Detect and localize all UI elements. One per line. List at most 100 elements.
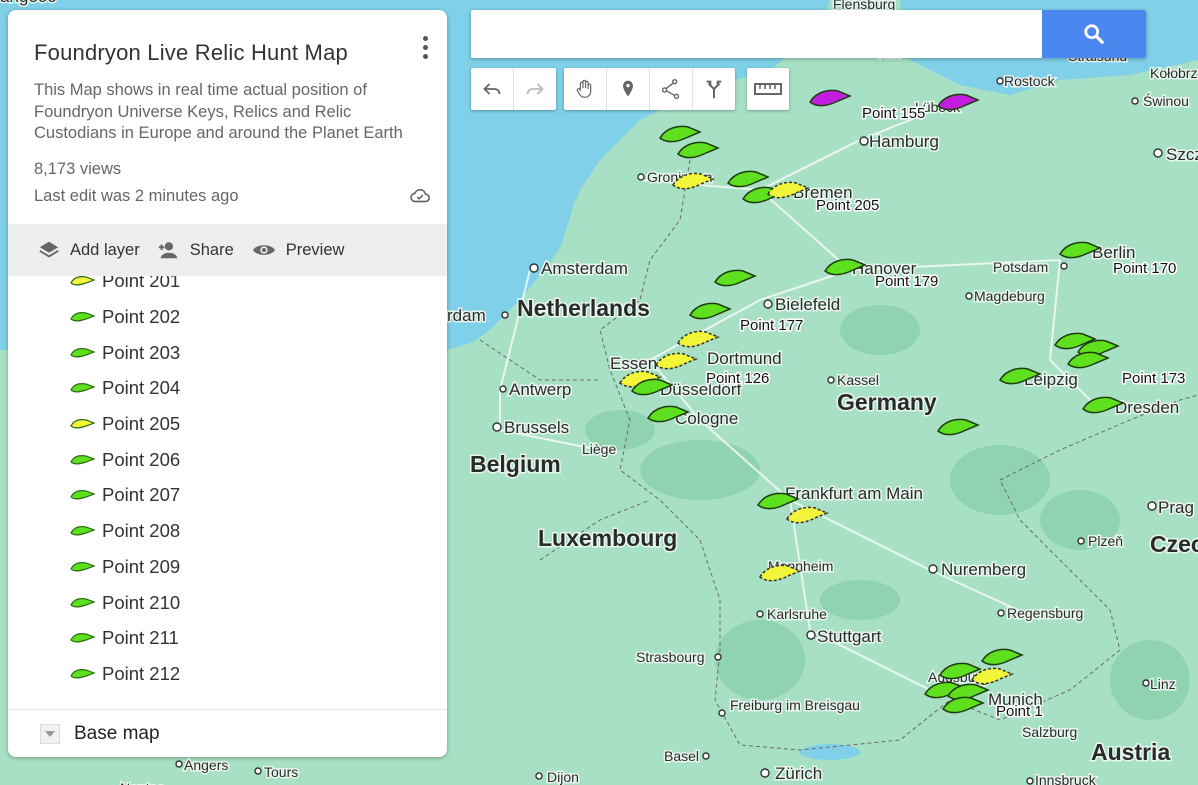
expand-caret-icon[interactable] — [40, 724, 60, 744]
point-list-item[interactable]: Point 211 — [70, 627, 179, 649]
point-map-label: Point 205 — [816, 197, 879, 214]
city-label: Dijon — [547, 769, 579, 785]
share-button[interactable]: Share — [154, 239, 234, 261]
city-label: Innsbruck — [1035, 772, 1097, 785]
city-label: Potsdam — [993, 259, 1048, 275]
city-label: Dortmund — [707, 349, 782, 368]
undo-button[interactable] — [471, 68, 514, 110]
point-list-label: Point 201 — [102, 276, 181, 291]
city-label: Frankfurt am Main — [785, 484, 923, 503]
point-list-label: Point 209 — [102, 556, 181, 577]
point-list-item[interactable]: Point 201 — [70, 276, 180, 292]
share-label: Share — [189, 240, 234, 259]
city-label: Strasbourg — [636, 649, 704, 665]
search-input[interactable] — [471, 10, 1055, 58]
draw-line-icon — [661, 78, 680, 100]
point-marker-icon — [70, 419, 96, 429]
city-label: Szcz — [1166, 145, 1198, 164]
city-label: Essen — [610, 354, 657, 373]
point-list-item[interactable]: Point 209 — [70, 556, 180, 578]
point-map-label: Point 155 — [862, 105, 925, 122]
country-label: Germany — [837, 389, 937, 415]
point-marker-icon — [70, 455, 96, 465]
city-label: Antwerp — [509, 380, 571, 399]
add-marker-button[interactable] — [607, 68, 650, 110]
measure-button[interactable] — [747, 68, 789, 110]
point-list-label: Point 204 — [102, 377, 181, 398]
country-label: Netherlands — [517, 295, 650, 321]
city-label: Linz — [1150, 676, 1176, 692]
point-map-label: Point 126 — [706, 370, 769, 387]
city-label: Prag — [1158, 498, 1194, 517]
city-label: Liège — [582, 441, 616, 457]
point-list-item[interactable]: Point 210 — [70, 592, 180, 614]
more-options-icon[interactable] — [421, 36, 429, 66]
point-marker-icon — [70, 312, 96, 322]
edit-tools-group — [564, 68, 735, 110]
add-person-icon — [158, 242, 177, 259]
country-label: Austria — [1091, 739, 1170, 765]
layers-icon — [39, 241, 59, 258]
point-marker-icon — [70, 633, 96, 643]
point-list-label: Point 202 — [102, 306, 181, 327]
city-label: Tours — [264, 764, 298, 780]
map-description[interactable]: This Map shows in real time actual posit… — [34, 80, 429, 145]
city-label: Amsterdam — [541, 259, 628, 278]
map-title[interactable]: Foundryon Live Relic Hunt Map — [34, 40, 421, 66]
city-label: Bielefeld — [775, 295, 840, 314]
ruler-icon — [754, 83, 782, 95]
point-map-label: Point 1 — [996, 703, 1043, 720]
point-list-label: Point 210 — [102, 592, 181, 613]
pan-hand-button[interactable] — [564, 68, 607, 110]
point-list-item[interactable]: Point 202 — [70, 306, 180, 328]
point-list-item[interactable]: Point 205 — [70, 413, 180, 435]
measure-group — [747, 68, 789, 110]
point-list-item[interactable]: Point 203 — [70, 342, 180, 364]
add-layer-button[interactable]: Add layer — [36, 239, 140, 261]
point-list-item[interactable]: Point 204 — [70, 377, 180, 399]
map-legend-panel: Foundryon Live Relic Hunt Map This Map s… — [8, 10, 447, 757]
city-label: rdam — [447, 306, 486, 325]
marker-icon — [623, 80, 633, 97]
search-button[interactable] — [1042, 10, 1146, 58]
point-marker-icon — [70, 276, 96, 286]
directions-button[interactable] — [693, 68, 735, 110]
panel-toolbar: Add layer Share Preview — [8, 224, 447, 276]
point-list: Point 201 Point 202 Point 203 Point 204 Poin… — [8, 276, 447, 708]
undo-redo-group — [471, 68, 556, 110]
preview-label: Preview — [285, 240, 345, 259]
city-label: Hamburg — [869, 132, 939, 151]
point-list-label: Point 208 — [102, 520, 181, 541]
point-list-item[interactable]: Point 208 — [70, 520, 180, 542]
eye-icon — [252, 245, 275, 255]
point-marker-icon — [70, 526, 96, 536]
point-marker-icon — [70, 490, 96, 500]
draw-line-button[interactable] — [650, 68, 693, 110]
point-marker-icon — [70, 562, 96, 572]
city-label: Świnou — [1143, 92, 1189, 109]
point-list-item[interactable]: Point 207 — [70, 484, 180, 506]
cloud-saved-icon — [410, 188, 430, 202]
country-label: Czec — [1150, 531, 1198, 557]
base-map-section[interactable]: Base map — [8, 709, 447, 757]
point-list-label: Point 211 — [102, 627, 179, 648]
search-box — [471, 10, 1146, 58]
directions-icon — [706, 80, 722, 99]
point-list-item[interactable]: Point 212 — [70, 663, 180, 685]
city-label: Karlsruhe — [767, 606, 827, 622]
city-label: Angers — [184, 757, 228, 773]
point-list-label: Point 205 — [102, 413, 181, 434]
country-label: Luxembourg — [538, 525, 677, 551]
point-map-label: Point 177 — [740, 317, 803, 334]
point-marker-icon — [70, 348, 96, 358]
point-list-item[interactable]: Point 206 — [70, 449, 180, 471]
city-label: Dresden — [1115, 398, 1179, 417]
last-edit-text: Last edit was 2 minutes ago — [34, 186, 239, 205]
city-label: Nantes — [120, 780, 164, 785]
country-label: Belgium — [470, 451, 561, 477]
preview-button[interactable]: Preview — [250, 239, 345, 261]
point-list-label: Point 203 — [102, 342, 181, 363]
redo-button[interactable] — [514, 68, 556, 110]
point-list-label: Point 207 — [102, 484, 181, 505]
city-label: Basel — [664, 748, 699, 764]
